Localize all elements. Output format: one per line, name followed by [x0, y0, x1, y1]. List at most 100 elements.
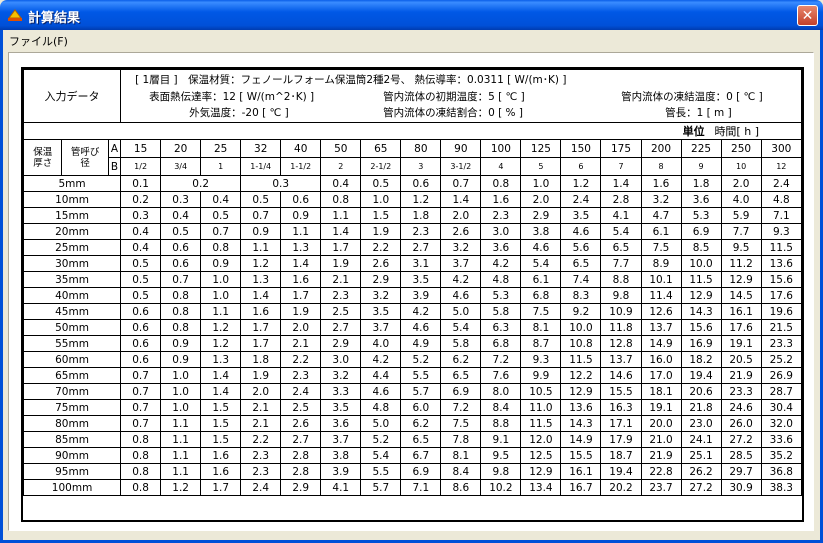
table-cell: 1.0	[200, 287, 242, 304]
table-cell: 1.2	[560, 175, 602, 192]
table-cell: 7.1	[760, 207, 803, 224]
table-cell: 4.8	[480, 271, 522, 288]
thickness-label: 15mm	[22, 207, 122, 224]
table-cell: 16.1	[720, 303, 762, 320]
table-cell: 2.2	[360, 239, 402, 256]
table-cell: 2.4	[240, 479, 282, 496]
table-cell: 1.4	[240, 287, 282, 304]
table-cell: 4.8	[360, 399, 402, 416]
table-cell: 1.6	[240, 303, 282, 320]
close-button[interactable]: ✕	[797, 5, 818, 26]
table-row: 45mm 0.6 0.8 1.1 1.6 1.9 2.5 3.5 4.2 5.0 5.8 7.5 9.2…	[22, 303, 803, 320]
table-cell: 3.1	[400, 255, 442, 272]
table-cell: 8.9	[640, 255, 682, 272]
table-cell: 23.3	[760, 335, 803, 352]
input-data-block: [ 1層目 ] 保温材質：フェノールフォーム保温筒2種2号、 熱伝導率：0.03…	[121, 71, 800, 121]
table-cell: 12.9	[560, 383, 602, 400]
table-cell: 5.2	[400, 351, 442, 368]
table-cell: 36.8	[760, 463, 803, 480]
thickness-label: 40mm	[22, 287, 122, 304]
table-cell: 3.6	[320, 415, 362, 432]
table-cell: 2.7	[320, 319, 362, 336]
thickness-header: 保温 厚さ	[22, 139, 63, 176]
pipe-size-b: 3	[400, 157, 442, 176]
pipe-size-b: 9	[680, 157, 722, 176]
thickness-label: 30mm	[22, 255, 122, 272]
table-cell: 5.8	[440, 335, 482, 352]
table-cell: 1.1	[240, 239, 282, 256]
table-cell: 23.0	[680, 415, 722, 432]
table-cell: 16.7	[560, 479, 602, 496]
table-cell: 0.8	[120, 479, 162, 496]
table-cell: 6.8	[520, 287, 562, 304]
table-cell: 2.5	[320, 303, 362, 320]
menu-file[interactable]: ファイル(F)	[9, 33, 68, 49]
pipe-size-a: 50	[320, 139, 362, 158]
table-cell: 16.0	[640, 351, 682, 368]
table-cell: 23.7	[640, 479, 682, 496]
table-cell: 6.5	[560, 255, 602, 272]
table-cell: 2.5	[280, 399, 322, 416]
table-cell: 3.8	[520, 223, 562, 240]
table-cell: 0.5	[120, 255, 162, 272]
table-cell: 4.0	[720, 191, 762, 208]
pipe-size-header: 管呼び 径	[61, 139, 109, 176]
table-cell: 5.4	[600, 223, 642, 240]
table-cell: 3.2	[320, 367, 362, 384]
table-cell: 4.6	[360, 383, 402, 400]
table-cell: 10.9	[600, 303, 642, 320]
thickness-label: 65mm	[22, 367, 122, 384]
table-cell: 3.5	[360, 303, 402, 320]
table-cell: 1.2	[160, 479, 202, 496]
table-cell: 7.4	[560, 271, 602, 288]
table-cell: 1.9	[280, 303, 322, 320]
table-cell: 15.5	[600, 383, 642, 400]
table-cell: 3.7	[320, 431, 362, 448]
table-cell: 3.3	[320, 383, 362, 400]
table-cell: 4.2	[400, 303, 442, 320]
table-cell: 2.4	[280, 383, 322, 400]
table-cell: 8.1	[440, 447, 482, 464]
table-cell: 24.1	[680, 431, 722, 448]
thickness-label: 85mm	[22, 431, 122, 448]
thickness-label: 95mm	[22, 463, 122, 480]
table-cell: 4.0	[360, 335, 402, 352]
table-cell: 1.2	[240, 255, 282, 272]
table-cell: 7.5	[520, 303, 562, 320]
table-row: 65mm 0.7 1.0 1.4 1.9 2.3 3.2 4.4 5.5 6.5 7.6 9.9 12.…	[22, 367, 803, 384]
pipe-length: 管長：1 [ m ]	[665, 107, 732, 119]
table-cell: 1.5	[200, 431, 242, 448]
table-cell: 9.9	[520, 367, 562, 384]
table-cell: 0.4	[320, 175, 362, 192]
table-cell: 1.2	[200, 335, 242, 352]
table-cell: 5.4	[440, 319, 482, 336]
table-cell: 8.4	[480, 399, 522, 416]
table-cell: 30.4	[760, 399, 803, 416]
table-cell: 2.2	[240, 431, 282, 448]
table-cell: 18.1	[640, 383, 682, 400]
table-cell: 1.0	[160, 383, 202, 400]
table-cell: 20.0	[640, 415, 682, 432]
table-cell: 11.5	[560, 351, 602, 368]
thickness-label: 55mm	[22, 335, 122, 352]
table-cell: 2.9	[320, 335, 362, 352]
table-cell: 18.2	[680, 351, 722, 368]
pipe-size-b: 4	[480, 157, 522, 176]
table-cell: 2.3	[400, 223, 442, 240]
table-cell: 3.5	[400, 271, 442, 288]
thickness-label: 45mm	[22, 303, 122, 320]
table-row: 30mm 0.5 0.6 0.9 1.2 1.4 1.9 2.6 3.1 3.7 4.2 5.4 6.5…	[22, 255, 803, 272]
table-cell: 4.1	[600, 207, 642, 224]
table-row: 5mm 0.1 0.2 0.3 0.4 0.5 0.6 0.7 0.8 1.0 1.2 1.4 1.6 1…	[22, 175, 803, 192]
table-row: 95mm 0.8 1.1 1.6 2.3 2.8 3.9 5.5 6.9 8.4 9.8 12.9 16…	[22, 463, 803, 480]
table-cell: 13.7	[600, 351, 642, 368]
table-cell: 25.1	[680, 447, 722, 464]
thickness-label: 50mm	[22, 319, 122, 336]
table-cell: 1.3	[280, 239, 322, 256]
table-cell: 1.1	[160, 447, 202, 464]
row-a-label: A	[107, 139, 122, 158]
table-cell: 2.1	[240, 399, 282, 416]
table-cell: 2.8	[280, 463, 322, 480]
table-cell: 5.6	[560, 239, 602, 256]
table-cell: 0.5	[120, 287, 162, 304]
